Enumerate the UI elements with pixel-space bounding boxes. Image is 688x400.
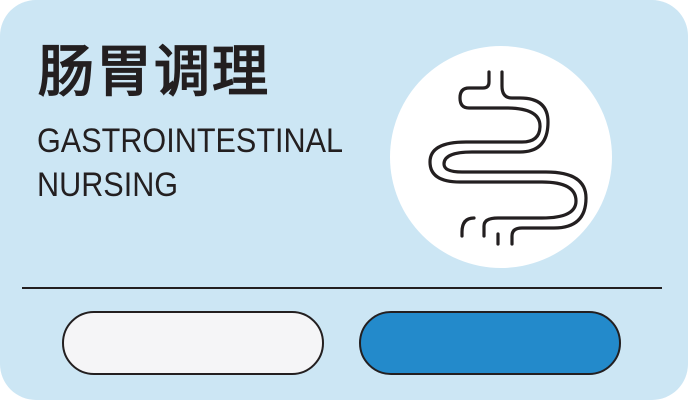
category-card[interactable]: 肠胃调理 GASTROINTESTINAL NURSING — [0, 0, 688, 400]
intestine-icon-badge — [390, 46, 612, 268]
category-title-english-line2: NURSING — [37, 166, 179, 204]
primary-option-button[interactable] — [359, 311, 621, 375]
intestine-icon — [428, 70, 588, 246]
category-title-english-line1: GASTROINTESTINAL — [37, 122, 344, 160]
divider — [22, 287, 662, 289]
secondary-option-button[interactable] — [62, 311, 324, 375]
category-title-chinese: 肠胃调理 — [38, 40, 270, 105]
category-title-english: GASTROINTESTINAL NURSING — [37, 119, 343, 207]
